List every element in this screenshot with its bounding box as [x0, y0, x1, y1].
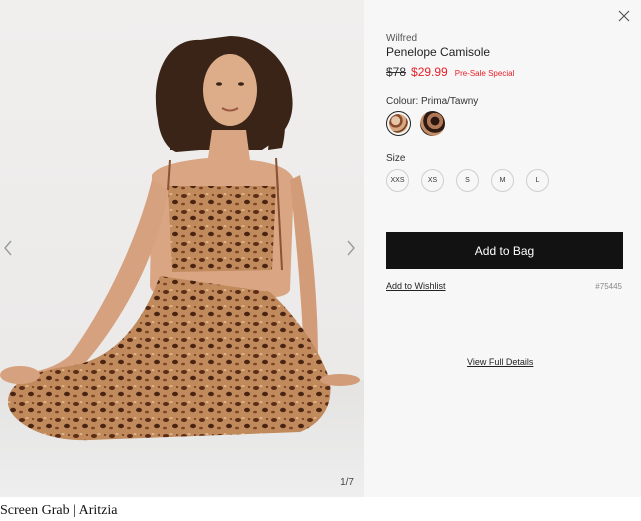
size-option-xxs[interactable]: XXS — [386, 169, 409, 192]
close-button[interactable] — [617, 9, 631, 23]
image-next-button[interactable] — [343, 236, 359, 260]
close-icon — [617, 10, 631, 27]
colour-swatch-prima-tawny[interactable] — [386, 111, 411, 136]
brand-name: Wilfred — [386, 33, 418, 44]
size-label: Size — [386, 153, 406, 164]
chevron-left-icon — [3, 239, 13, 257]
image-counter: 1/7 — [340, 477, 354, 488]
product-image: 1/7 — [0, 0, 364, 497]
image-prev-button[interactable] — [0, 236, 16, 260]
add-to-bag-button[interactable]: Add to Bag — [386, 232, 623, 269]
product-title: Penelope Camisole — [386, 45, 491, 59]
image-caption: Screen Grab | Aritzia — [0, 503, 118, 518]
presale-badge: Pre-Sale Special — [454, 69, 515, 78]
size-option-l[interactable]: L — [526, 169, 549, 192]
sale-price: $29.99 — [411, 65, 448, 79]
product-sku: #75445 — [595, 282, 622, 291]
size-option-s[interactable]: S — [456, 169, 479, 192]
view-full-details-link[interactable]: View Full Details — [467, 357, 533, 367]
model-photo — [0, 36, 360, 441]
chevron-right-icon — [346, 239, 356, 257]
product-detail-panel: Wilfred Penelope Camisole $78 $29.99 Pre… — [364, 0, 641, 497]
price-row: $78 $29.99 Pre-Sale Special — [386, 65, 514, 79]
original-price: $78 — [386, 65, 407, 79]
colour-label: Colour: Prima/Tawny — [386, 96, 479, 107]
size-option-xs[interactable]: XS — [421, 169, 444, 192]
colour-swatch-alt[interactable] — [420, 111, 445, 136]
size-option-m[interactable]: M — [491, 169, 514, 192]
size-options: XXS XS S M L — [386, 169, 561, 192]
add-to-wishlist-link[interactable]: Add to Wishlist — [386, 281, 446, 291]
